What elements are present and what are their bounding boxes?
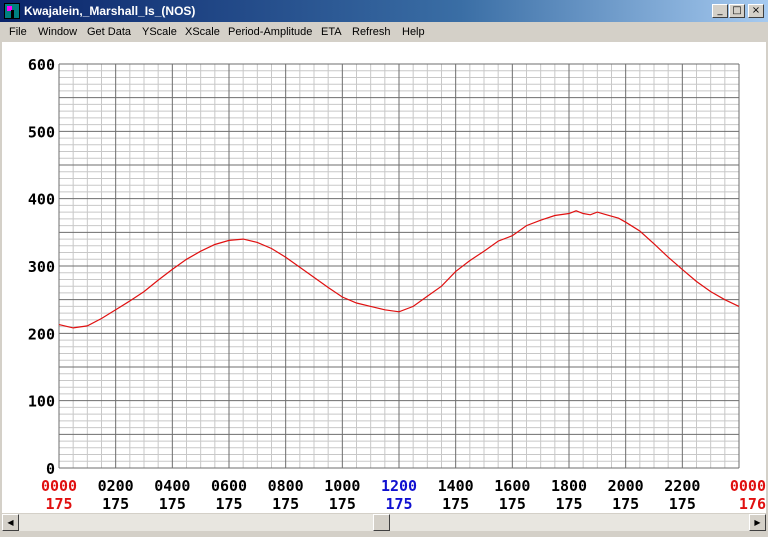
x-tick-time-label: 1000 — [324, 477, 360, 495]
y-tick-label: 300 — [28, 258, 55, 276]
tide-chart: 0100200300400500600 00001750200175040017… — [28, 56, 766, 513]
minimize-button[interactable]: _ — [712, 4, 728, 18]
menu-yscale[interactable]: YScale — [142, 26, 177, 38]
menu-file[interactable]: File — [9, 26, 27, 38]
x-tick-day-label: 175 — [555, 495, 582, 513]
x-tick-day-label: 175 — [215, 495, 242, 513]
y-tick-label: 400 — [28, 191, 55, 209]
y-tick-label: 0 — [46, 460, 55, 478]
x-tick-day-label: 175 — [159, 495, 186, 513]
menu-eta[interactable]: ETA — [321, 26, 342, 38]
y-tick-label: 200 — [28, 325, 55, 343]
menu-period-amplitude[interactable]: Period-Amplitude — [228, 26, 312, 38]
x-tick-day-label: 176 — [739, 495, 766, 513]
window-title: Kwajalein,_Marshall_Is_(NOS) — [24, 4, 196, 18]
menu-get-data[interactable]: Get Data — [87, 26, 131, 38]
menu-refresh[interactable]: Refresh — [352, 26, 391, 38]
app-icon[interactable] — [4, 3, 20, 19]
x-tick-day-label: 175 — [45, 495, 72, 513]
x-tick-time-label: 2200 — [664, 477, 700, 495]
x-tick-day-label: 175 — [442, 495, 469, 513]
x-tick-day-label: 175 — [612, 495, 639, 513]
x-tick-day-label: 175 — [385, 495, 412, 513]
x-axis-labels: 0000175020017504001750600175080017510001… — [41, 477, 766, 513]
x-tick-time-label: 0000 — [730, 477, 766, 495]
y-tick-label: 600 — [28, 56, 55, 74]
x-tick-time-label: 1600 — [494, 477, 530, 495]
x-tick-time-label: 2000 — [608, 477, 644, 495]
chart-area: 0 100 200 300 400 500 600 0000 175 0200 175 0400 17… — [2, 42, 766, 513]
menu-xscale[interactable]: XScale — [185, 26, 220, 38]
x-tick-time-label: 1200 — [381, 477, 417, 495]
x-tick-time-label: 1800 — [551, 477, 587, 495]
x-tick-day-label: 175 — [499, 495, 526, 513]
horizontal-scrollbar[interactable]: ◀ ▶ — [2, 514, 766, 531]
scroll-left-arrow-icon[interactable]: ◀ — [2, 514, 19, 531]
x-tick-time-label: 1400 — [438, 477, 474, 495]
close-button[interactable]: × — [748, 4, 764, 18]
x-tick-time-label: 0200 — [98, 477, 134, 495]
x-tick-day-label: 175 — [102, 495, 129, 513]
y-tick-label: 100 — [28, 393, 55, 411]
x-tick-time-label: 0400 — [154, 477, 190, 495]
menu-window[interactable]: Window — [38, 26, 77, 38]
x-tick-time-label: 0800 — [268, 477, 304, 495]
scroll-thumb[interactable] — [373, 514, 390, 531]
maximize-button[interactable]: □ — [729, 4, 745, 18]
x-tick-time-label: 0600 — [211, 477, 247, 495]
title-bar: Kwajalein,_Marshall_Is_(NOS) _ □ × — [0, 0, 768, 22]
scroll-right-arrow-icon[interactable]: ▶ — [749, 514, 766, 531]
x-tick-day-label: 175 — [329, 495, 356, 513]
menu-bar: File Window Get Data YScale XScale Perio… — [0, 22, 768, 42]
x-tick-day-label: 175 — [272, 495, 299, 513]
y-tick-label: 500 — [28, 123, 55, 141]
y-axis-labels: 0 100 200 300 400 500 600 — [28, 56, 55, 478]
menu-help[interactable]: Help — [402, 26, 425, 38]
x-tick-day-label: 175 — [669, 495, 696, 513]
x-tick-time-label: 0000 — [41, 477, 77, 495]
